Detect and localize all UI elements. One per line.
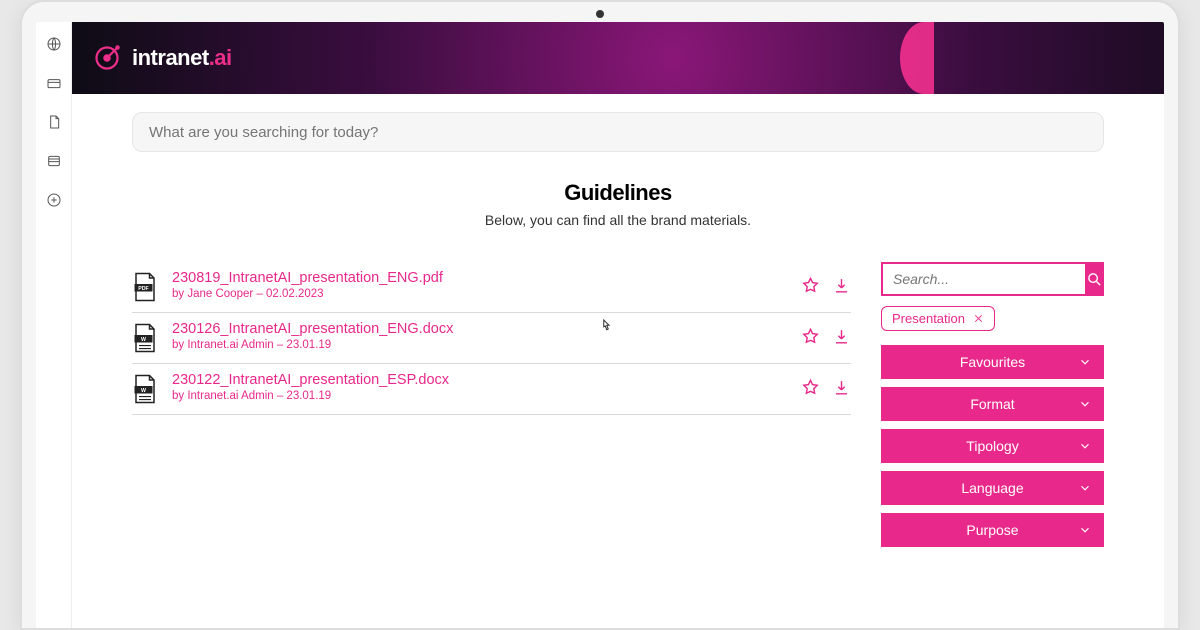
file-meta: by Intranet.ai Admin – 23.01.19	[172, 339, 787, 351]
chevron-down-icon	[1078, 439, 1092, 453]
nav-card-icon[interactable]	[46, 75, 62, 96]
file-name[interactable]: 230819_IntranetAI_presentation_ENG.pdf	[172, 270, 787, 286]
filter-chip[interactable]: Presentation	[881, 306, 995, 331]
filter-search-input[interactable]	[881, 262, 1085, 296]
global-search-input[interactable]	[132, 112, 1104, 152]
chevron-down-icon	[1078, 523, 1092, 537]
chevron-down-icon	[1078, 355, 1092, 369]
nav-stack-icon[interactable]	[46, 153, 62, 174]
chip-label: Presentation	[892, 311, 965, 326]
download-icon[interactable]	[832, 327, 851, 346]
brand-name-left: intranet	[132, 45, 209, 70]
filter-tipology[interactable]: Tipology	[881, 429, 1104, 463]
filter-label: Purpose	[966, 522, 1018, 538]
file-list: PDF 230819_IntranetAI_presentation_ENG.p…	[132, 262, 851, 547]
filter-label: Tipology	[966, 438, 1018, 454]
filter-panel: Presentation Favourites Format Tipology Lan…	[881, 262, 1104, 547]
close-icon[interactable]	[973, 313, 984, 324]
file-row: W 230126_IntranetAI_presentation_ENG.doc…	[132, 313, 851, 364]
file-meta: by Jane Cooper – 02.02.2023	[172, 288, 787, 300]
chevron-down-icon	[1078, 481, 1092, 495]
filter-purpose[interactable]: Purpose	[881, 513, 1104, 547]
filter-favourites[interactable]: Favourites	[881, 345, 1104, 379]
brand-name-right: .ai	[209, 45, 232, 70]
file-name[interactable]: 230122_IntranetAI_presentation_ESP.docx	[172, 372, 787, 388]
svg-text:PDF: PDF	[138, 286, 149, 292]
filter-language[interactable]: Language	[881, 471, 1104, 505]
filter-format[interactable]: Format	[881, 387, 1104, 421]
star-icon[interactable]	[801, 327, 820, 346]
chevron-down-icon	[1078, 397, 1092, 411]
nav-add-icon[interactable]	[46, 192, 62, 213]
file-meta: by Intranet.ai Admin – 23.01.19	[172, 390, 787, 402]
device-camera	[596, 10, 604, 18]
svg-text:W: W	[141, 388, 146, 394]
file-row: W 230122_IntranetAI_presentation_ESP.doc…	[132, 364, 851, 415]
filter-label: Favourites	[960, 354, 1025, 370]
hero-banner: intranet.ai	[72, 22, 1164, 94]
svg-text:W: W	[141, 337, 146, 343]
download-icon[interactable]	[832, 276, 851, 295]
pdf-icon: PDF	[132, 272, 158, 302]
file-row: PDF 230819_IntranetAI_presentation_ENG.p…	[132, 262, 851, 313]
file-name[interactable]: 230126_IntranetAI_presentation_ENG.docx	[172, 321, 787, 337]
star-icon[interactable]	[801, 378, 820, 397]
filter-label: Language	[961, 480, 1023, 496]
search-icon	[1086, 271, 1103, 288]
filter-label: Format	[970, 396, 1014, 412]
logo-mark-icon	[92, 43, 122, 73]
page-subtitle: Below, you can find all the brand materi…	[132, 212, 1104, 228]
brand-logo: intranet.ai	[92, 43, 232, 73]
page-title: Guidelines	[132, 180, 1104, 206]
nav-file-icon[interactable]	[46, 114, 62, 135]
download-icon[interactable]	[832, 378, 851, 397]
nav-globe-icon[interactable]	[46, 36, 62, 57]
pointer-cursor-icon	[597, 317, 615, 335]
left-rail	[36, 22, 72, 628]
docx-icon: W	[132, 323, 158, 353]
docx-icon: W	[132, 374, 158, 404]
filter-search-button[interactable]	[1085, 262, 1104, 296]
star-icon[interactable]	[801, 276, 820, 295]
